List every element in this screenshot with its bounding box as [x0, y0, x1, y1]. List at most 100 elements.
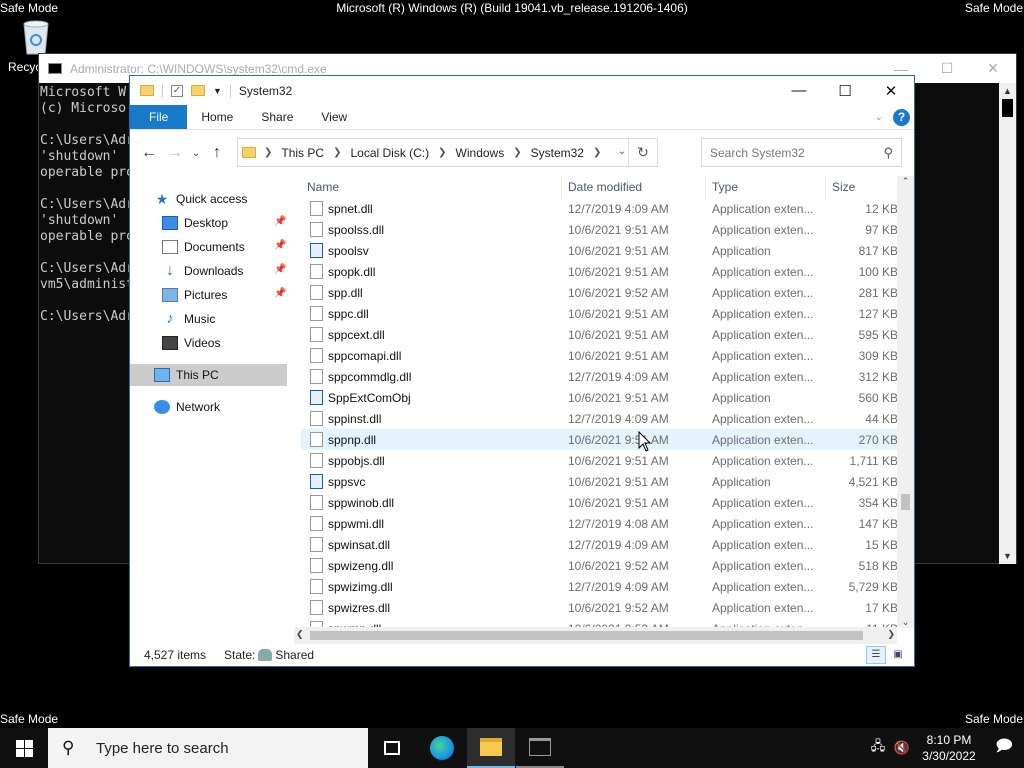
search-input[interactable]: Search System32 ⚲: [701, 138, 902, 167]
breadcrumb-system32[interactable]: System32: [531, 146, 584, 160]
breadcrumb-chevron-icon[interactable]: ❯: [513, 147, 521, 158]
file-row[interactable]: spp.dll 10/6/2021 9:52 AM Application exte…: [301, 282, 901, 303]
breadcrumb-windows[interactable]: Windows: [456, 146, 505, 160]
column-divider[interactable]: [705, 176, 706, 198]
column-header-type[interactable]: Type: [712, 176, 738, 198]
file-row[interactable]: sppwmi.dll 12/7/2019 4:08 AM Application e…: [301, 513, 901, 534]
cmd-scroll-thumb[interactable]: [1002, 99, 1013, 117]
new-folder-icon[interactable]: [191, 85, 205, 96]
pin-icon[interactable]: 📌: [274, 216, 286, 227]
file-explorer-window[interactable]: ✓ ▼ System32 — ☐ ✕ File Home Share View …: [129, 75, 915, 667]
file-row[interactable]: sppsvc 10/6/2021 9:51 AM Application 4,521 …: [301, 471, 901, 492]
column-header-size[interactable]: Size: [832, 176, 855, 198]
expand-ribbon-icon[interactable]: ⌄: [875, 112, 883, 123]
tab-home[interactable]: Home: [187, 105, 247, 129]
breadcrumb-chevron-icon[interactable]: ❯: [333, 147, 341, 158]
tab-share[interactable]: Share: [247, 105, 307, 129]
file-row[interactable]: sppcext.dll 10/6/2021 9:51 AM Application …: [301, 324, 901, 345]
file-row[interactable]: spwizimg.dll 12/7/2019 4:09 AM Application…: [301, 576, 901, 597]
nav-desktop[interactable]: Desktop: [162, 212, 228, 234]
pin-icon[interactable]: 📌: [274, 264, 286, 275]
file-row[interactable]: sppcomapi.dll 10/6/2021 9:51 AM Applicatio…: [301, 345, 901, 366]
breadcrumb-this-pc[interactable]: This PC: [281, 146, 324, 160]
file-date-modified: 10/6/2021 9:51 AM: [568, 475, 669, 489]
file-row[interactable]: sppc.dll 10/6/2021 9:51 AM Application ext…: [301, 303, 901, 324]
scroll-down-icon[interactable]: ⌄: [897, 617, 914, 628]
breadcrumb-local-disk[interactable]: Local Disk (C:): [350, 146, 429, 160]
scroll-left-icon[interactable]: ❮: [296, 629, 304, 640]
column-header-date[interactable]: Date modified: [568, 176, 642, 198]
breadcrumb-chevron-icon[interactable]: ❯: [264, 147, 272, 158]
customize-toolbar-icon[interactable]: ▼: [213, 86, 222, 96]
file-row[interactable]: spopk.dll 10/6/2021 9:51 AM Application ex…: [301, 261, 901, 282]
start-button[interactable]: [0, 728, 48, 768]
details-view-icon[interactable]: ☰: [866, 646, 886, 664]
nav-videos[interactable]: Videos: [162, 332, 220, 354]
cmd-scrollbar[interactable]: ▲ ▼: [999, 83, 1016, 564]
nav-downloads[interactable]: ↓ Downloads: [162, 260, 243, 282]
file-list[interactable]: ⌃ Name Date modified Type Size spnet.dll…: [301, 176, 901, 628]
cmd-close-button[interactable]: ✕: [970, 54, 1016, 83]
volume-muted-icon[interactable]: 🔇: [890, 740, 914, 756]
refresh-icon[interactable]: ↻: [628, 139, 657, 166]
column-divider[interactable]: [825, 176, 826, 198]
file-row[interactable]: sppwinob.dll 10/6/2021 9:51 AM Application…: [301, 492, 901, 513]
file-row[interactable]: spwinsat.dll 12/7/2019 4:09 AM Application…: [301, 534, 901, 555]
column-divider[interactable]: [561, 176, 562, 198]
file-row[interactable]: sppnp.dll 10/6/2021 9:51 AM Application ex…: [301, 429, 901, 450]
scroll-up-icon[interactable]: ⌃: [897, 176, 914, 187]
large-icons-view-icon[interactable]: ▣: [888, 646, 908, 664]
file-list-horizontal-scrollbar[interactable]: ❮ ❯: [294, 627, 897, 644]
file-list-vertical-scrollbar[interactable]: ⌃ ⌄: [897, 176, 914, 628]
file-row[interactable]: sppcommdlg.dll 12/7/2019 4:09 AM Applicati…: [301, 366, 901, 387]
nav-music[interactable]: ♪ Music: [162, 308, 215, 330]
clock[interactable]: 8:10 PM 3/30/2022: [914, 732, 984, 764]
file-row[interactable]: spnet.dll 12/7/2019 4:09 AM Application ex…: [301, 198, 901, 219]
minimize-button[interactable]: —: [776, 76, 822, 105]
pin-icon[interactable]: 📌: [274, 288, 286, 299]
back-arrow-icon[interactable]: ←: [136, 144, 162, 162]
horizontal-scroll-thumb[interactable]: [310, 631, 863, 640]
file-row[interactable]: spwizeng.dll 10/6/2021 9:52 AM Application…: [301, 555, 901, 576]
nav-pictures[interactable]: Pictures: [162, 284, 227, 306]
scroll-right-icon[interactable]: ❯: [887, 629, 895, 640]
file-row[interactable]: spwizres.dll 10/6/2021 9:52 AM Application…: [301, 597, 901, 618]
close-button[interactable]: ✕: [868, 76, 914, 105]
network-tray-icon[interactable]: 🖧: [866, 737, 890, 759]
breadcrumb-chevron-icon[interactable]: ❯: [438, 147, 446, 158]
cmd-scroll-down-icon[interactable]: ▼: [999, 548, 1016, 564]
nav-documents[interactable]: Documents: [162, 236, 245, 258]
properties-icon[interactable]: ✓: [171, 84, 183, 97]
tab-file[interactable]: File: [130, 105, 188, 129]
file-row[interactable]: SppExtComObj 10/6/2021 9:51 AM Application…: [301, 387, 901, 408]
pin-icon[interactable]: 📌: [274, 240, 286, 251]
vertical-scroll-thumb[interactable]: [901, 494, 910, 510]
nav-quick-access[interactable]: ★ Quick access: [154, 188, 248, 210]
help-icon[interactable]: ?: [893, 109, 910, 126]
nav-this-pc[interactable]: This PC: [130, 364, 287, 386]
cmd-maximize-button[interactable]: ☐: [924, 54, 970, 83]
nav-network[interactable]: Network: [154, 396, 220, 418]
edge-taskbar-button[interactable]: [418, 728, 466, 768]
tab-view[interactable]: View: [307, 105, 361, 129]
file-row[interactable]: sppinst.dll 12/7/2019 4:09 AM Application …: [301, 408, 901, 429]
breadcrumb-chevron-icon[interactable]: ❯: [593, 147, 601, 158]
maximize-button[interactable]: ☐: [822, 76, 868, 105]
address-dropdown-icon[interactable]: ⌄: [618, 146, 626, 157]
file-row[interactable]: spoolsv 10/6/2021 9:51 AM Application 817 K…: [301, 240, 901, 261]
search-icon[interactable]: ⚲: [883, 145, 893, 161]
task-view-button[interactable]: [368, 728, 416, 768]
forward-arrow-icon[interactable]: →: [162, 144, 188, 162]
up-arrow-icon[interactable]: ↑: [204, 144, 230, 162]
explorer-titlebar[interactable]: ✓ ▼ System32 — ☐ ✕: [130, 76, 914, 105]
column-header-name[interactable]: Name: [307, 176, 339, 198]
file-row[interactable]: sppobjs.dll 10/6/2021 9:51 AM Application …: [301, 450, 901, 471]
cmd-scroll-up-icon[interactable]: ▲: [999, 83, 1016, 99]
recent-locations-chevron-icon[interactable]: ⌄: [188, 148, 204, 159]
taskbar-search-box[interactable]: ⚲ Type here to search: [48, 728, 368, 768]
file-row[interactable]: spoolss.dll 10/6/2021 9:51 AM Application …: [301, 219, 901, 240]
address-bar[interactable]: ❯ This PC ❯ Local Disk (C:) ❯ Windows ❯ …: [237, 138, 658, 167]
cmd-taskbar-button[interactable]: [516, 728, 564, 768]
notification-center-icon[interactable]: 🗩: [984, 735, 1024, 762]
file-explorer-taskbar-button[interactable]: [467, 728, 515, 768]
